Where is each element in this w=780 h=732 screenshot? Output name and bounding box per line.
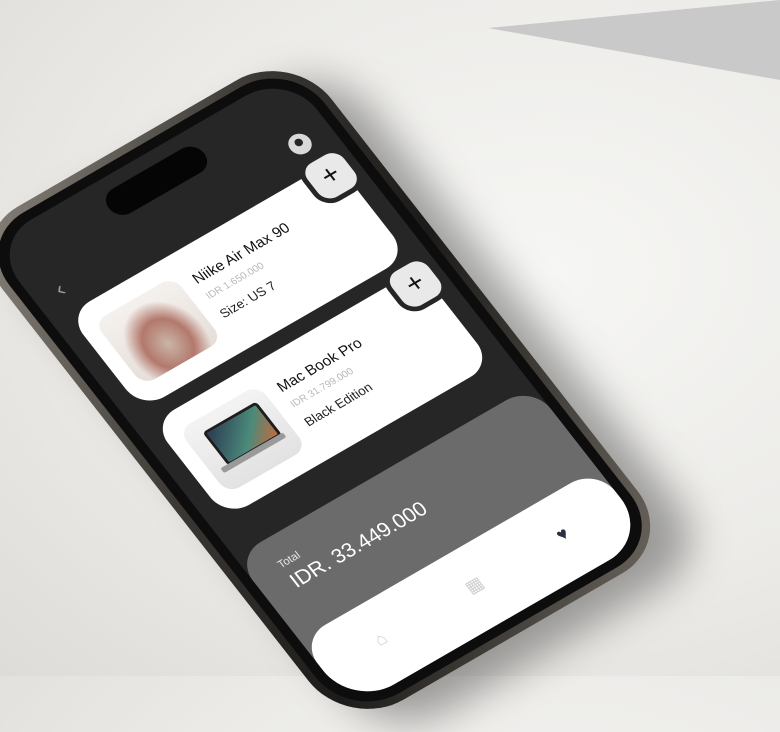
user-circle-icon[interactable] xyxy=(283,129,317,159)
chevron-left-icon[interactable]: ‹ xyxy=(49,277,72,301)
grid-icon[interactable]: ▦ xyxy=(461,573,489,598)
home-icon[interactable]: ⌂ xyxy=(370,628,392,650)
heart-icon[interactable]: ♥ xyxy=(552,523,574,545)
